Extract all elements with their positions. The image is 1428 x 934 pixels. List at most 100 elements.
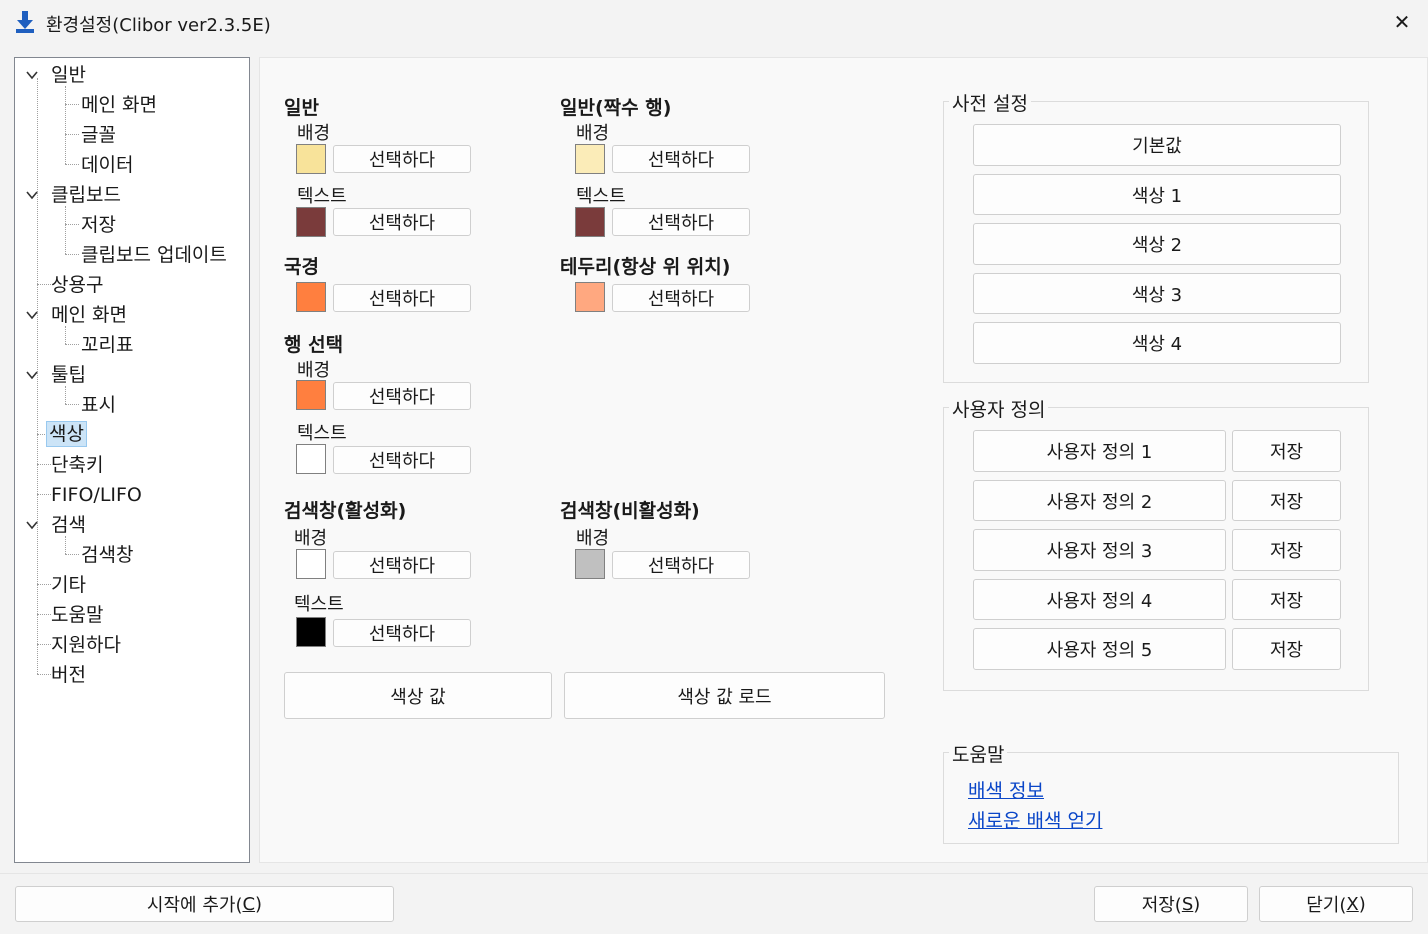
get-new-color-scheme-link[interactable]: 새로운 배색 얻기	[968, 806, 1102, 833]
custom-2-button[interactable]: 사용자 정의 2	[973, 480, 1226, 521]
custom-5-button[interactable]: 사용자 정의 5	[973, 628, 1226, 670]
chevron-down-icon[interactable]	[25, 188, 39, 202]
tree-connector	[65, 104, 79, 105]
tree-item-tooltip[interactable]: 툴팁	[49, 363, 88, 387]
section-edge-on-top-title: 테두리(항상 위 위치)	[560, 256, 731, 278]
tree-item-clipboard-save[interactable]: 저장	[79, 213, 118, 237]
tree-item-colors[interactable]: 색상	[46, 421, 87, 447]
tree-item-display[interactable]: 표시	[79, 393, 118, 417]
row-select-bg-select-button[interactable]: 선택하다	[333, 382, 471, 410]
general-text-select-button[interactable]: 선택하다	[333, 208, 471, 236]
custom-4-button[interactable]: 사용자 정의 4	[973, 579, 1226, 620]
border-select-button[interactable]: 선택하다	[333, 284, 471, 312]
custom-4-save-button[interactable]: 저장	[1232, 579, 1341, 620]
tree-item-fifo-lifo[interactable]: FIFO/LIFO	[49, 483, 144, 507]
tree-connector	[65, 164, 79, 165]
add-to-startup-button[interactable]: 시작에 추가(C)	[15, 886, 394, 922]
preset-color-2-button[interactable]: 색상 2	[973, 223, 1341, 265]
tree-connector	[65, 554, 79, 555]
search-inactive-bg-label: 배경	[576, 528, 610, 549]
section-search-inactive-title: 검색창(비활성화)	[560, 500, 700, 522]
window-title: 환경설정(Clibor ver2.3.5E)	[46, 15, 271, 36]
custom-3-button[interactable]: 사용자 정의 3	[973, 529, 1226, 571]
preset-color-1-button[interactable]: 색상 1	[973, 174, 1341, 215]
close-icon: ✕	[1393, 10, 1411, 34]
search-active-bg-select-button[interactable]: 선택하다	[333, 551, 471, 579]
tree-item-clipboard-update[interactable]: 클립보드 업데이트	[79, 243, 229, 267]
row-select-text-select-button[interactable]: 선택하다	[333, 446, 471, 474]
custom-1-save-button[interactable]: 저장	[1232, 430, 1341, 472]
tree-item-support[interactable]: 지원하다	[49, 633, 123, 657]
row-select-bg-swatch	[296, 380, 326, 410]
search-inactive-bg-swatch	[575, 549, 605, 579]
color-scheme-info-link[interactable]: 배색 정보	[968, 776, 1044, 803]
general-even-bg-swatch	[575, 144, 605, 174]
tree-item-search-box[interactable]: 검색창	[79, 543, 135, 567]
save-button[interactable]: 저장(S)	[1094, 886, 1248, 922]
tree-item-version[interactable]: 버전	[49, 663, 88, 687]
search-inactive-bg-select-button[interactable]: 선택하다	[612, 551, 750, 579]
general-even-bg-label: 배경	[576, 123, 610, 144]
tree-item-general[interactable]: 일반	[49, 63, 88, 87]
general-even-bg-select-button[interactable]: 선택하다	[612, 145, 750, 173]
edge-on-top-select-button[interactable]: 선택하다	[612, 284, 750, 312]
add-to-startup-hotkey: C	[242, 893, 256, 915]
general-bg-label: 배경	[297, 123, 331, 144]
tree-item-font[interactable]: 글꼴	[79, 123, 118, 147]
tree-item-search[interactable]: 검색	[49, 513, 88, 537]
general-even-text-select-button[interactable]: 선택하다	[612, 208, 750, 236]
preset-default-button[interactable]: 기본값	[973, 124, 1341, 166]
tree-item-help[interactable]: 도움말	[49, 603, 105, 627]
tree-connector	[65, 404, 79, 405]
chevron-down-icon[interactable]	[25, 308, 39, 322]
close-window-button[interactable]: ✕	[1380, 4, 1424, 40]
edge-on-top-color-swatch	[575, 282, 605, 312]
tree-item-fixed-phrases[interactable]: 상용구	[49, 273, 105, 297]
tree-item-clipboard[interactable]: 클립보드	[49, 183, 123, 207]
section-general-title: 일반	[284, 97, 319, 119]
close-button[interactable]: 닫기(X)	[1259, 886, 1413, 922]
section-row-select-title: 행 선택	[284, 334, 344, 356]
search-active-text-swatch	[296, 617, 326, 647]
settings-tree[interactable]: 일반 메인 화면 글꼴 데이터 클립보드 저장 클립보드 업데이트 상용구 메인…	[14, 57, 250, 863]
search-active-bg-label: 배경	[294, 528, 328, 549]
color-value-button[interactable]: 색상 값	[284, 672, 552, 719]
presets-group-title: 사전 설정	[949, 89, 1031, 116]
tree-item-main-screen[interactable]: 메인 화면	[79, 93, 159, 117]
custom-1-button[interactable]: 사용자 정의 1	[973, 430, 1226, 472]
tree-item-fixed-main-screen[interactable]: 메인 화면	[49, 303, 129, 327]
custom-group-title: 사용자 정의	[949, 395, 1049, 422]
custom-5-save-button[interactable]: 저장	[1232, 628, 1341, 670]
save-label: 저장(	[1141, 895, 1182, 916]
section-general-even-title: 일반(짝수 행)	[560, 97, 672, 119]
general-bg-select-button[interactable]: 선택하다	[333, 145, 471, 173]
tree-item-data[interactable]: 데이터	[79, 153, 135, 177]
footer-separator	[0, 873, 1428, 874]
add-to-startup-label-end: )	[255, 893, 263, 915]
save-label-end: )	[1193, 893, 1201, 915]
tree-item-shortcuts[interactable]: 단축키	[49, 453, 105, 477]
tree-item-other[interactable]: 기타	[49, 573, 88, 597]
tree-connector	[65, 206, 66, 254]
search-active-text-label: 텍스트	[294, 594, 344, 615]
search-active-text-select-button[interactable]: 선택하다	[333, 619, 471, 647]
close-label-end: )	[1358, 893, 1366, 915]
general-bg-swatch	[296, 144, 326, 174]
tree-item-tag[interactable]: 꼬리표	[79, 333, 135, 357]
section-search-active-title: 검색창(활성화)	[284, 500, 407, 522]
row-select-text-label: 텍스트	[297, 423, 347, 444]
general-even-text-swatch	[575, 207, 605, 237]
tree-connector	[65, 344, 79, 345]
chevron-down-icon[interactable]	[25, 518, 39, 532]
custom-3-save-button[interactable]: 저장	[1232, 529, 1341, 571]
custom-2-save-button[interactable]: 저장	[1232, 480, 1341, 521]
chevron-down-icon[interactable]	[25, 68, 39, 82]
preset-color-4-button[interactable]: 색상 4	[973, 322, 1341, 364]
save-hotkey: S	[1181, 893, 1194, 915]
section-border-title: 국경	[284, 256, 319, 278]
border-color-swatch	[296, 282, 326, 312]
chevron-down-icon[interactable]	[25, 368, 39, 382]
load-color-value-button[interactable]: 색상 값 로드	[564, 672, 885, 719]
tree-connector	[65, 224, 79, 225]
preset-color-3-button[interactable]: 색상 3	[973, 273, 1341, 314]
